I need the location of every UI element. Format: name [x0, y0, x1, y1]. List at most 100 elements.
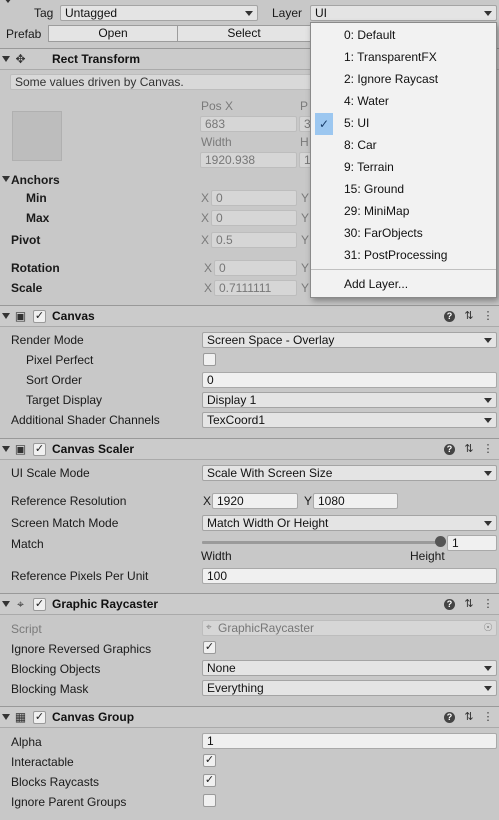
- pivot-x-field[interactable]: 0.5: [211, 232, 297, 248]
- tag-dropdown[interactable]: Untagged: [60, 5, 258, 21]
- help-icon[interactable]: ?: [444, 599, 455, 610]
- layer-dropdown[interactable]: UI: [310, 5, 497, 21]
- scale-label: Scale: [11, 281, 43, 295]
- prefab-select-button[interactable]: Select: [177, 25, 311, 42]
- rect-transform-fold-arrow[interactable]: [2, 56, 10, 62]
- anchors-fold-arrow[interactable]: [2, 176, 10, 182]
- screen-match-mode-dropdown[interactable]: Match Width Or Height: [202, 515, 497, 531]
- scale-x-field[interactable]: 0.7111111: [214, 280, 297, 296]
- graphic-raycaster-fold-arrow[interactable]: [2, 601, 10, 607]
- prefab-label: Prefab: [6, 27, 42, 41]
- canvas-enabled-checkbox[interactable]: [33, 310, 46, 323]
- menu-separator: [311, 269, 496, 270]
- more-options-icon[interactable]: ⋮: [481, 597, 495, 611]
- ref-res-y-field[interactable]: 1080: [313, 493, 398, 509]
- canvas-scaler-enabled-checkbox[interactable]: [33, 443, 46, 456]
- sort-order-field[interactable]: 0: [202, 372, 497, 388]
- height-label: H: [300, 135, 309, 149]
- help-icon[interactable]: ?: [444, 712, 455, 723]
- canvas-fold-arrow[interactable]: [2, 313, 10, 319]
- graphic-raycaster-title: Graphic Raycaster: [52, 597, 159, 611]
- canvas-scaler-fold-arrow[interactable]: [2, 446, 10, 452]
- canvas-title: Canvas: [52, 309, 95, 323]
- prefab-open-button[interactable]: Open: [48, 25, 178, 42]
- layer-menu-item-ignore-raycast[interactable]: 2: Ignore Raycast: [311, 69, 496, 91]
- interactable-checkbox[interactable]: [203, 754, 216, 767]
- blocking-objects-dropdown[interactable]: None: [202, 660, 497, 676]
- alpha-field[interactable]: 1: [202, 733, 497, 749]
- anchors-min-x-field[interactable]: 0: [211, 190, 297, 206]
- blocking-mask-dropdown[interactable]: Everything: [202, 680, 497, 696]
- pivot-label: Pivot: [11, 233, 41, 247]
- ref-res-y-label: Y: [304, 494, 313, 508]
- interactable-label: Interactable: [11, 755, 74, 769]
- ignore-parent-groups-checkbox[interactable]: [203, 794, 216, 807]
- canvas-header[interactable]: ▣ Canvas ? ⇅ ⋮: [0, 305, 499, 327]
- canvas-group-header[interactable]: ▦ Canvas Group ? ⇅ ⋮: [0, 706, 499, 728]
- reference-resolution-label: Reference Resolution: [11, 494, 127, 508]
- graphic-raycaster-enabled-checkbox[interactable]: [33, 598, 46, 611]
- more-options-icon[interactable]: ⋮: [481, 710, 495, 724]
- match-slider-track[interactable]: [202, 541, 440, 544]
- layer-menu-item-ground[interactable]: 15: Ground: [311, 179, 496, 201]
- layer-dropdown-menu: 0: Default 1: TransparentFX 2: Ignore Ra…: [310, 22, 497, 298]
- shader-channels-label: Additional Shader Channels: [11, 413, 160, 427]
- layer-menu-item-farobjects[interactable]: 30: FarObjects: [311, 223, 496, 245]
- width-field[interactable]: 1920.938: [200, 152, 297, 168]
- presets-icon[interactable]: ⇅: [462, 442, 476, 456]
- blocks-raycasts-checkbox[interactable]: [203, 774, 216, 787]
- canvas-group-fold-arrow[interactable]: [2, 714, 10, 720]
- match-value-field[interactable]: 1: [447, 535, 497, 551]
- presets-icon[interactable]: ⇅: [462, 309, 476, 323]
- layer-menu-item-default[interactable]: 0: Default: [311, 25, 496, 47]
- add-layer-menu-item[interactable]: Add Layer...: [311, 274, 496, 296]
- more-options-icon[interactable]: ⋮: [481, 442, 495, 456]
- anchor-preset-thumbnail[interactable]: [12, 111, 62, 161]
- target-display-dropdown[interactable]: Display 1: [202, 392, 497, 408]
- render-mode-label: Render Mode: [11, 333, 84, 347]
- layer-menu-item-minimap[interactable]: 29: MiniMap: [311, 201, 496, 223]
- screen-match-mode-label: Screen Match Mode: [11, 516, 119, 530]
- anchors-max-label: Max: [26, 211, 50, 225]
- layer-menu-item-transparentfx[interactable]: 1: TransparentFX: [311, 47, 496, 69]
- layer-menu-item-terrain[interactable]: 9: Terrain: [311, 157, 496, 179]
- canvas-group-enabled-checkbox[interactable]: [33, 711, 46, 724]
- layer-menu-item-postprocessing[interactable]: 31: PostProcessing: [311, 245, 496, 267]
- presets-icon[interactable]: ⇅: [462, 597, 476, 611]
- pixel-perfect-checkbox[interactable]: [203, 353, 216, 366]
- render-mode-dropdown[interactable]: Screen Space - Overlay: [202, 332, 497, 348]
- scale-y-label: Y: [301, 281, 310, 295]
- rotation-x-label: X: [204, 261, 213, 275]
- ignore-reversed-checkbox[interactable]: [203, 641, 216, 654]
- presets-icon[interactable]: ⇅: [462, 710, 476, 724]
- graphic-raycaster-component-icon: ⌖: [17, 597, 24, 611]
- reference-ppu-field[interactable]: 100: [202, 568, 497, 584]
- layer-menu-item-ui[interactable]: ✓ 5: UI: [311, 113, 496, 135]
- ref-res-x-field[interactable]: 1920: [212, 493, 298, 509]
- canvas-scaler-header[interactable]: ▣ Canvas Scaler ? ⇅ ⋮: [0, 438, 499, 460]
- layer-menu-item-water[interactable]: 4: Water: [311, 91, 496, 113]
- rotation-x-field[interactable]: 0: [214, 260, 297, 276]
- match-slider-handle[interactable]: [434, 536, 446, 547]
- ignore-parent-groups-label: Ignore Parent Groups: [11, 795, 127, 809]
- blocking-mask-label: Blocking Mask: [11, 682, 89, 696]
- shader-channels-dropdown[interactable]: TexCoord1: [202, 412, 497, 428]
- reference-ppu-label: Reference Pixels Per Unit: [11, 569, 149, 583]
- help-icon[interactable]: ?: [444, 444, 455, 455]
- ignore-reversed-label: Ignore Reversed Graphics: [11, 642, 152, 656]
- pixel-perfect-label: Pixel Perfect: [26, 353, 94, 367]
- sort-order-label: Sort Order: [26, 373, 83, 387]
- graphic-raycaster-header[interactable]: ⌖ Graphic Raycaster ? ⇅ ⋮: [0, 593, 499, 615]
- anchors-max-x-field[interactable]: 0: [211, 210, 297, 226]
- pos-x-field[interactable]: 683: [200, 116, 297, 132]
- match-height-caption: Height: [410, 549, 445, 563]
- help-icon[interactable]: ?: [444, 311, 455, 322]
- selected-check-icon: ✓: [315, 113, 333, 135]
- rect-transform-title: Rect Transform: [52, 52, 141, 66]
- top-fold-arrow: [4, 0, 12, 3]
- match-width-caption: Width: [201, 549, 232, 563]
- more-options-icon[interactable]: ⋮: [481, 309, 495, 323]
- pivot-y-label: Y: [301, 233, 310, 247]
- ui-scale-mode-dropdown[interactable]: Scale With Screen Size: [202, 465, 497, 481]
- layer-menu-item-car[interactable]: 8: Car: [311, 135, 496, 157]
